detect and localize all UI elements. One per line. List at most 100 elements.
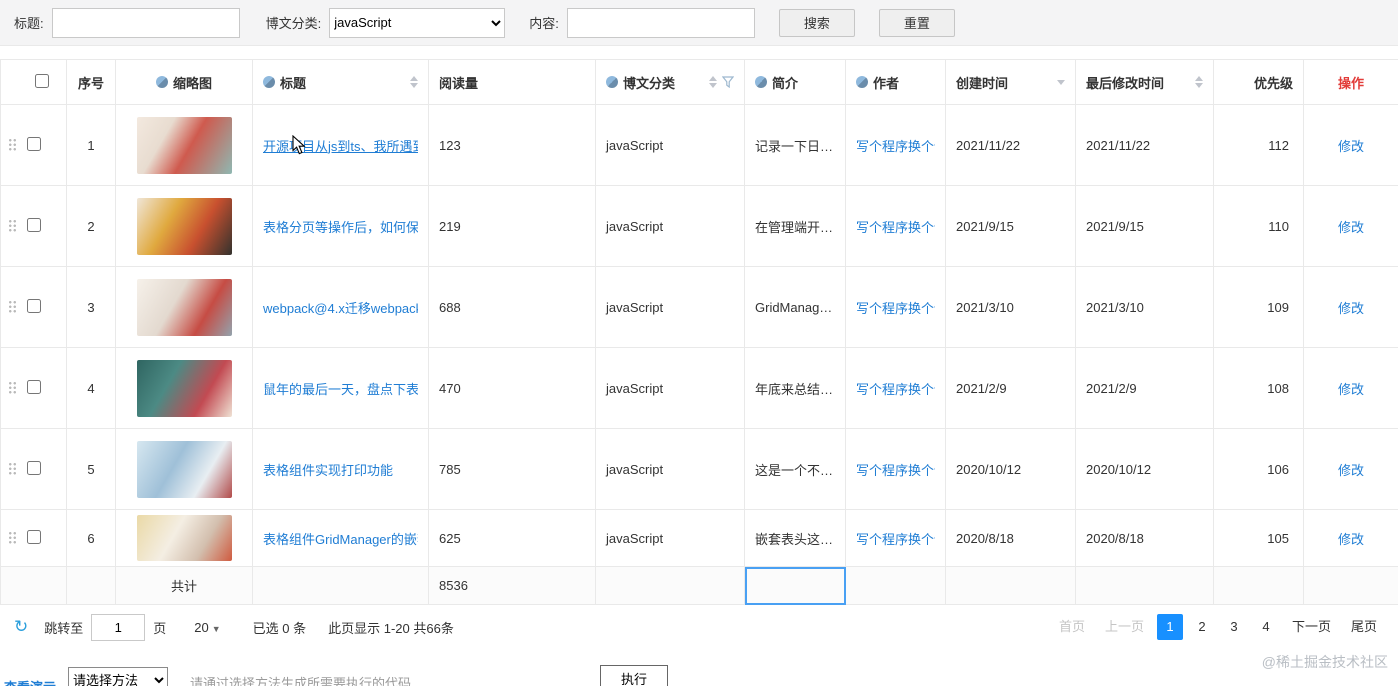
table-row: 5 表格组件实现打印功能 785 javaScript 这是一个不… 写个程序换…: [0, 428, 1398, 510]
column-header-created-cell[interactable]: 创建时间: [945, 59, 1076, 105]
drag-handle-icon[interactable]: [8, 531, 17, 545]
row-author-link[interactable]: 写个程序换个饼: [856, 529, 935, 548]
first-page-button[interactable]: 首页: [1052, 614, 1092, 640]
row-checkbox[interactable]: [27, 298, 41, 313]
info-icon: [263, 76, 275, 88]
sort-icon[interactable]: [410, 76, 418, 88]
column-header-thumbnail: 缩略图: [172, 75, 212, 91]
row-title-link[interactable]: 鼠年的最后一天，盘点下表格: [263, 379, 418, 398]
method-select[interactable]: 请选择方法: [68, 667, 168, 686]
row-edit-link[interactable]: 修改: [1338, 382, 1364, 397]
content-filter-input[interactable]: [566, 7, 755, 38]
column-header-category-cell[interactable]: 博文分类: [595, 59, 745, 105]
page-unit-label: 页: [153, 620, 167, 636]
column-header-summary: 简介: [772, 75, 799, 91]
reset-button[interactable]: 重置: [878, 8, 955, 37]
search-button[interactable]: 搜索: [778, 8, 855, 37]
page-button-4[interactable]: 4: [1253, 614, 1279, 640]
drag-handle-icon[interactable]: [8, 138, 17, 152]
column-header-category: 博文分类: [623, 75, 676, 91]
row-author-link[interactable]: 写个程序换个饼: [856, 460, 935, 479]
row-index: 6: [66, 509, 116, 567]
row-title-link[interactable]: 开源项目从js到ts、我所遇到的: [263, 136, 418, 155]
table-row: 4 鼠年的最后一天，盘点下表格 470 javaScript 年底来总结… 写个…: [0, 347, 1398, 429]
row-edit-link[interactable]: 修改: [1338, 139, 1364, 154]
drag-handle-icon[interactable]: [8, 462, 17, 476]
jump-page-input[interactable]: [91, 613, 146, 641]
row-author-link[interactable]: 写个程序换个饼: [856, 379, 935, 398]
row-modified: 2020/8/18: [1075, 509, 1214, 567]
title-filter-input[interactable]: [51, 7, 240, 38]
blog-table: 序号 缩略图 标题 阅读量 博文分类 简介 作者 创建时间 最后修改时间 优先级…: [0, 59, 1398, 605]
row-priority: 105: [1213, 509, 1304, 567]
view-demo-link[interactable]: 查看演示: [4, 677, 56, 686]
execute-button[interactable]: 执行: [600, 665, 668, 686]
thumbnail-image: [136, 197, 232, 255]
refresh-icon[interactable]: ↻: [14, 617, 28, 637]
row-category: javaScript: [595, 185, 745, 267]
row-edit-link[interactable]: 修改: [1338, 220, 1364, 235]
info-icon: [155, 76, 168, 88]
row-modified: 2021/3/10: [1075, 266, 1214, 348]
selected-cell[interactable]: [744, 566, 846, 605]
next-page-button[interactable]: 下一页: [1285, 614, 1338, 640]
select-all-checkbox[interactable]: [34, 73, 49, 88]
row-category: javaScript: [595, 266, 745, 348]
row-reads: 219: [428, 185, 596, 267]
row-author-link[interactable]: 写个程序换个饼: [856, 298, 935, 317]
last-page-button[interactable]: 尾页: [1344, 614, 1384, 640]
drag-handle-icon[interactable]: [8, 219, 17, 233]
row-title-link[interactable]: 表格组件实现打印功能: [263, 460, 418, 479]
filter-icon[interactable]: [722, 76, 734, 88]
column-header-modified-cell[interactable]: 最后修改时间: [1075, 59, 1214, 105]
column-header-priority: 优先级: [1253, 75, 1293, 91]
summary-label: 共计: [115, 566, 253, 605]
row-checkbox[interactable]: [27, 217, 41, 232]
sort-icon[interactable]: [1195, 76, 1203, 88]
page-button-1[interactable]: 1: [1156, 614, 1183, 640]
row-checkbox[interactable]: [27, 460, 41, 475]
row-created: 2021/3/10: [945, 266, 1076, 348]
sort-icon[interactable]: [1057, 79, 1065, 85]
bottom-toolbar: 查看演示 请选择方法 请通过选择方法生成所需要执行的代码 执行: [0, 649, 1398, 686]
row-reads: 470: [428, 347, 596, 429]
table-header-row: 序号 缩略图 标题 阅读量 博文分类 简介 作者 创建时间 最后修改时间 优先级…: [0, 59, 1398, 105]
row-author-link[interactable]: 写个程序换个饼: [856, 136, 935, 155]
prev-page-button[interactable]: 上一页: [1098, 614, 1151, 640]
column-header-title-cell[interactable]: 标题: [252, 59, 429, 105]
thumbnail-image: [136, 515, 232, 561]
column-header-index: 序号: [77, 75, 104, 91]
row-index: 4: [66, 347, 116, 429]
row-title-link[interactable]: webpack@4.x迁移webpack@: [263, 298, 418, 317]
page-size-select[interactable]: 20 ▼: [194, 620, 220, 635]
page-button-2[interactable]: 2: [1189, 614, 1215, 640]
info-icon: [606, 76, 618, 88]
row-edit-link[interactable]: 修改: [1338, 463, 1364, 478]
summary-reads-total: 8536: [428, 566, 596, 605]
column-header-created: 创建时间: [956, 75, 1009, 91]
row-author-link[interactable]: 写个程序换个饼: [856, 217, 935, 236]
table-body: 1 开源项目从js到ts、我所遇到的 123 javaScript 记录一下日……: [0, 104, 1398, 567]
row-category: javaScript: [595, 428, 745, 510]
row-summary: 在管理端开…: [744, 185, 846, 267]
drag-handle-icon[interactable]: [8, 381, 17, 395]
row-checkbox[interactable]: [27, 136, 41, 151]
drag-handle-icon[interactable]: [8, 300, 17, 314]
sort-icon[interactable]: [709, 76, 717, 88]
selected-count-info: 已选 0 条: [252, 620, 307, 636]
row-checkbox[interactable]: [27, 379, 41, 394]
row-title-link[interactable]: 表格组件GridManager的嵌套表: [263, 529, 418, 548]
row-checkbox[interactable]: [27, 529, 41, 544]
row-summary: 嵌套表头这…: [744, 509, 846, 567]
row-edit-link[interactable]: 修改: [1338, 532, 1364, 547]
row-category: javaScript: [595, 104, 745, 186]
category-filter-label: 博文分类:: [265, 16, 322, 31]
row-title-link[interactable]: 表格分页等操作后，如何保持: [263, 217, 418, 236]
row-summary: 记录一下日…: [744, 104, 846, 186]
page-button-3[interactable]: 3: [1221, 614, 1247, 640]
content-filter-label: 内容:: [529, 16, 559, 31]
row-summary: 这是一个不…: [744, 428, 846, 510]
table-row: 1 开源项目从js到ts、我所遇到的 123 javaScript 记录一下日……: [0, 104, 1398, 186]
row-edit-link[interactable]: 修改: [1338, 301, 1364, 316]
category-filter-select[interactable]: javaScript: [329, 7, 506, 38]
